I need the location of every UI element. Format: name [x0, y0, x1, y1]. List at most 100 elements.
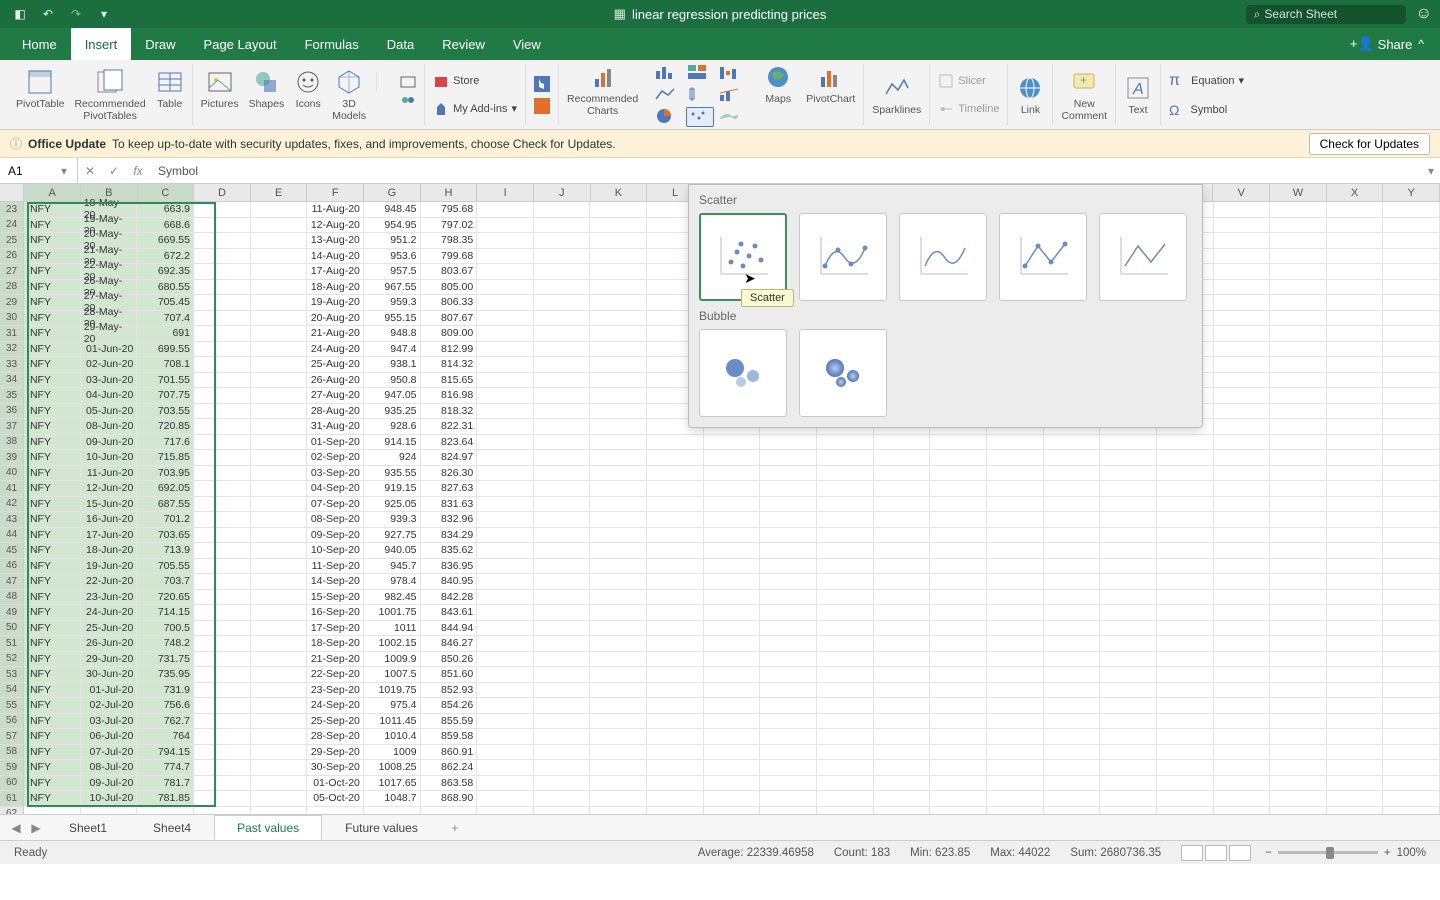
cell[interactable]	[1383, 512, 1440, 528]
cell[interactable]	[1044, 760, 1101, 776]
cell[interactable]	[477, 295, 534, 311]
cell[interactable]	[590, 652, 647, 668]
cell[interactable]	[1100, 559, 1157, 575]
cell[interactable]: 03-Jun-20	[81, 373, 138, 389]
column-chart-icon[interactable]	[654, 63, 682, 81]
cell[interactable]: 945.7	[364, 559, 421, 575]
cell[interactable]	[1270, 543, 1327, 559]
cell[interactable]: 928.6	[364, 419, 421, 435]
cell[interactable]: 715.85	[137, 450, 194, 466]
cell[interactable]	[590, 714, 647, 730]
text-icon[interactable]: A	[1124, 74, 1152, 102]
cell[interactable]	[534, 559, 591, 575]
cell[interactable]: 01-Oct-20	[307, 776, 364, 792]
pivottable-icon[interactable]	[26, 68, 54, 96]
cell[interactable]: 19-Aug-20	[307, 295, 364, 311]
cell[interactable]	[477, 388, 534, 404]
cell[interactable]	[987, 791, 1044, 807]
cell[interactable]	[1327, 667, 1384, 683]
cell[interactable]	[1100, 791, 1157, 807]
cell[interactable]	[930, 698, 987, 714]
cell[interactable]	[874, 574, 931, 590]
cell[interactable]	[1044, 745, 1101, 761]
cell[interactable]	[1383, 404, 1440, 420]
cell[interactable]	[1214, 714, 1271, 730]
cell[interactable]: 953.6	[364, 249, 421, 265]
cell[interactable]	[1157, 729, 1214, 745]
cell[interactable]: 18-Aug-20	[307, 280, 364, 296]
cell[interactable]	[647, 729, 704, 745]
cell[interactable]	[1383, 605, 1440, 621]
cell[interactable]	[1270, 776, 1327, 792]
cell[interactable]	[251, 373, 308, 389]
cell[interactable]: INFY	[24, 435, 81, 451]
cell[interactable]	[874, 450, 931, 466]
cell[interactable]	[194, 435, 251, 451]
column-header-K[interactable]: K	[591, 184, 648, 201]
cell[interactable]	[590, 218, 647, 234]
cell[interactable]: INFY	[24, 714, 81, 730]
cell[interactable]	[760, 543, 817, 559]
cell[interactable]	[590, 636, 647, 652]
column-header-D[interactable]: D	[194, 184, 251, 201]
cell[interactable]: 860.91	[421, 745, 478, 761]
link-icon[interactable]	[1016, 74, 1044, 102]
cell[interactable]: 957.5	[364, 264, 421, 280]
tab-insert[interactable]: Insert	[71, 28, 132, 60]
surface-chart-icon[interactable]	[718, 107, 746, 127]
cell[interactable]: 11-Jun-20	[81, 466, 138, 482]
cell[interactable]	[590, 745, 647, 761]
cell[interactable]: 846.27	[421, 636, 478, 652]
screenshot-icon[interactable]	[400, 74, 416, 90]
cell[interactable]: 16-Jun-20	[81, 512, 138, 528]
zoom-level[interactable]: 100%	[1397, 847, 1426, 859]
cell[interactable]	[1327, 745, 1384, 761]
cell[interactable]: 822.31	[421, 419, 478, 435]
cell[interactable]: 01-Sep-20	[307, 435, 364, 451]
cell[interactable]: 09-Jul-20	[81, 776, 138, 792]
statistic-chart-icon[interactable]	[686, 85, 714, 103]
cell[interactable]: INFY	[24, 419, 81, 435]
cell[interactable]	[874, 512, 931, 528]
cell[interactable]: 668.6	[137, 218, 194, 234]
cell[interactable]: 24-Aug-20	[307, 342, 364, 358]
cell[interactable]	[251, 528, 308, 544]
cell[interactable]	[534, 404, 591, 420]
cell[interactable]	[1214, 326, 1271, 342]
cell[interactable]: 703.95	[137, 466, 194, 482]
cell[interactable]	[194, 249, 251, 265]
cell[interactable]: 26-Jun-20	[81, 636, 138, 652]
cell[interactable]: 717.6	[137, 435, 194, 451]
cell[interactable]	[1383, 264, 1440, 280]
cell[interactable]: 09-Jun-20	[81, 435, 138, 451]
cell[interactable]	[1214, 652, 1271, 668]
bubble-3d-option[interactable]	[799, 329, 887, 417]
row-header[interactable]: 47	[0, 574, 24, 590]
cell[interactable]	[817, 590, 874, 606]
row-header[interactable]: 45	[0, 543, 24, 559]
cell[interactable]	[1383, 714, 1440, 730]
cell[interactable]: 02-Sep-20	[307, 450, 364, 466]
cell[interactable]	[1327, 404, 1384, 420]
cell[interactable]: INFY	[24, 745, 81, 761]
cell[interactable]	[590, 791, 647, 807]
cell[interactable]	[534, 683, 591, 699]
cell[interactable]	[1100, 605, 1157, 621]
cell[interactable]	[930, 450, 987, 466]
cell[interactable]	[534, 466, 591, 482]
scatter-straight-markers-option[interactable]	[999, 213, 1087, 301]
cell[interactable]	[874, 497, 931, 513]
cell[interactable]: INFY	[24, 218, 81, 234]
cell[interactable]: 955.15	[364, 311, 421, 327]
name-box-dropdown-icon[interactable]: ▾	[56, 164, 72, 178]
cell[interactable]: 756.6	[137, 698, 194, 714]
cell[interactable]	[1214, 729, 1271, 745]
row-header[interactable]: 34	[0, 373, 24, 389]
cell[interactable]	[987, 760, 1044, 776]
cell[interactable]: 938.1	[364, 357, 421, 373]
cell[interactable]	[194, 621, 251, 637]
cell[interactable]	[194, 574, 251, 590]
cell[interactable]: 11-Sep-20	[307, 559, 364, 575]
cell[interactable]	[1157, 543, 1214, 559]
cell[interactable]: 975.4	[364, 698, 421, 714]
